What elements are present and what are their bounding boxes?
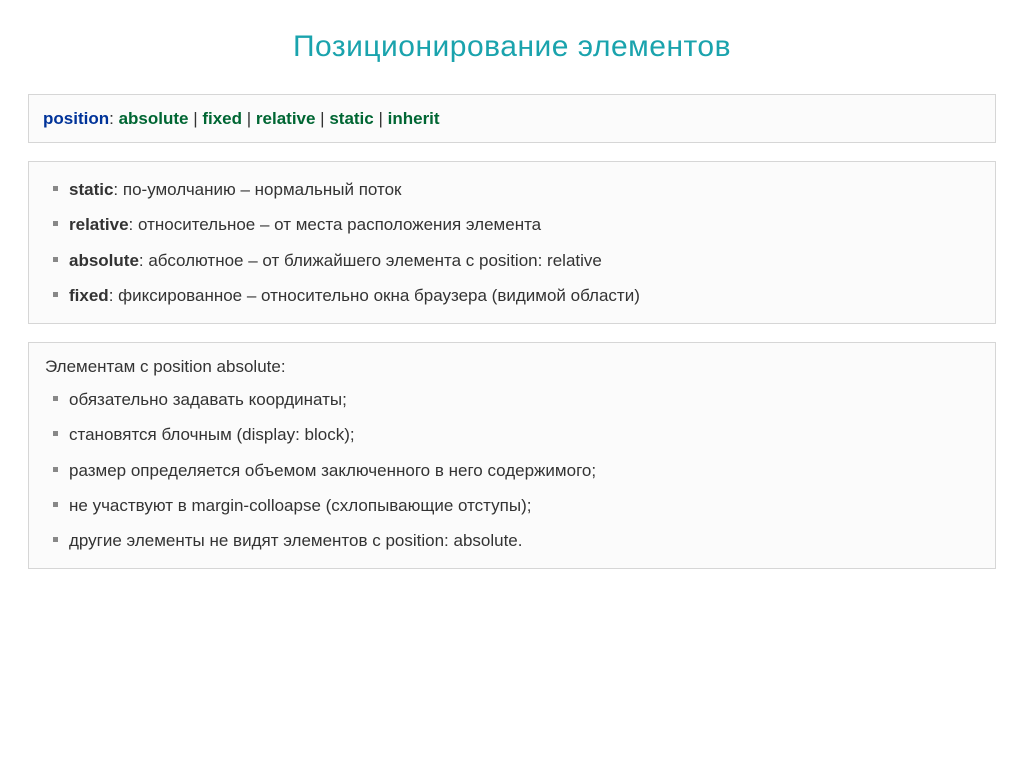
list-item: не участвуют в margin-colloapse (схлопыв… bbox=[43, 488, 981, 523]
notes-list: обязательно задавать координаты; становя… bbox=[43, 382, 981, 558]
syntax-pipe: | bbox=[315, 109, 329, 128]
notes-intro: Элементам с position absolute: bbox=[43, 353, 981, 380]
list-item: размер определяется объемом заключенного… bbox=[43, 453, 981, 488]
definition-text: : абсолютное – от ближайшего элемента с … bbox=[139, 251, 602, 270]
definitions-box: static: по-умолчанию – нормальный поток … bbox=[28, 161, 996, 324]
list-item: absolute: абсолютное – от ближайшего эле… bbox=[43, 243, 981, 278]
syntax-pipe: | bbox=[242, 109, 256, 128]
notes-box: Элементам с position absolute: обязатель… bbox=[28, 342, 996, 569]
list-item: static: по-умолчанию – нормальный поток bbox=[43, 172, 981, 207]
syntax-value: fixed bbox=[202, 109, 242, 128]
note-text: размер определяется объемом заключенного… bbox=[69, 461, 596, 480]
syntax-box: position: absolute | fixed | relative | … bbox=[28, 94, 996, 143]
syntax-property: position bbox=[43, 109, 109, 128]
definition-text: : фиксированное – относительно окна брау… bbox=[109, 286, 640, 305]
definitions-list: static: по-умолчанию – нормальный поток … bbox=[43, 172, 981, 313]
note-text: другие элементы не видят элементов с pos… bbox=[69, 531, 523, 550]
definition-text: : относительное – от места расположения … bbox=[129, 215, 542, 234]
definition-keyword: relative bbox=[69, 215, 129, 234]
note-text: обязательно задавать координаты; bbox=[69, 390, 347, 409]
note-text: становятся блочным (display: block); bbox=[69, 425, 355, 444]
list-item: fixed: фиксированное – относительно окна… bbox=[43, 278, 981, 313]
syntax-value: static bbox=[329, 109, 373, 128]
definition-keyword: absolute bbox=[69, 251, 139, 270]
page-title: Позиционирование элементов bbox=[28, 30, 996, 64]
syntax-pipe: | bbox=[188, 109, 202, 128]
syntax-value: absolute bbox=[119, 109, 189, 128]
definition-keyword: fixed bbox=[69, 286, 109, 305]
list-item: relative: относительное – от места распо… bbox=[43, 207, 981, 242]
syntax-value: inherit bbox=[388, 109, 440, 128]
note-text: не участвуют в margin-colloapse (схлопыв… bbox=[69, 496, 531, 515]
list-item: обязательно задавать координаты; bbox=[43, 382, 981, 417]
syntax-line: position: absolute | fixed | relative | … bbox=[43, 105, 981, 132]
syntax-pipe: | bbox=[374, 109, 388, 128]
slide: Позиционирование элементов position: abs… bbox=[0, 0, 1024, 611]
syntax-colon: : bbox=[109, 109, 118, 128]
definition-text: : по-умолчанию – нормальный поток bbox=[113, 180, 401, 199]
list-item: становятся блочным (display: block); bbox=[43, 417, 981, 452]
syntax-value: relative bbox=[256, 109, 316, 128]
list-item: другие элементы не видят элементов с pos… bbox=[43, 523, 981, 558]
definition-keyword: static bbox=[69, 180, 113, 199]
